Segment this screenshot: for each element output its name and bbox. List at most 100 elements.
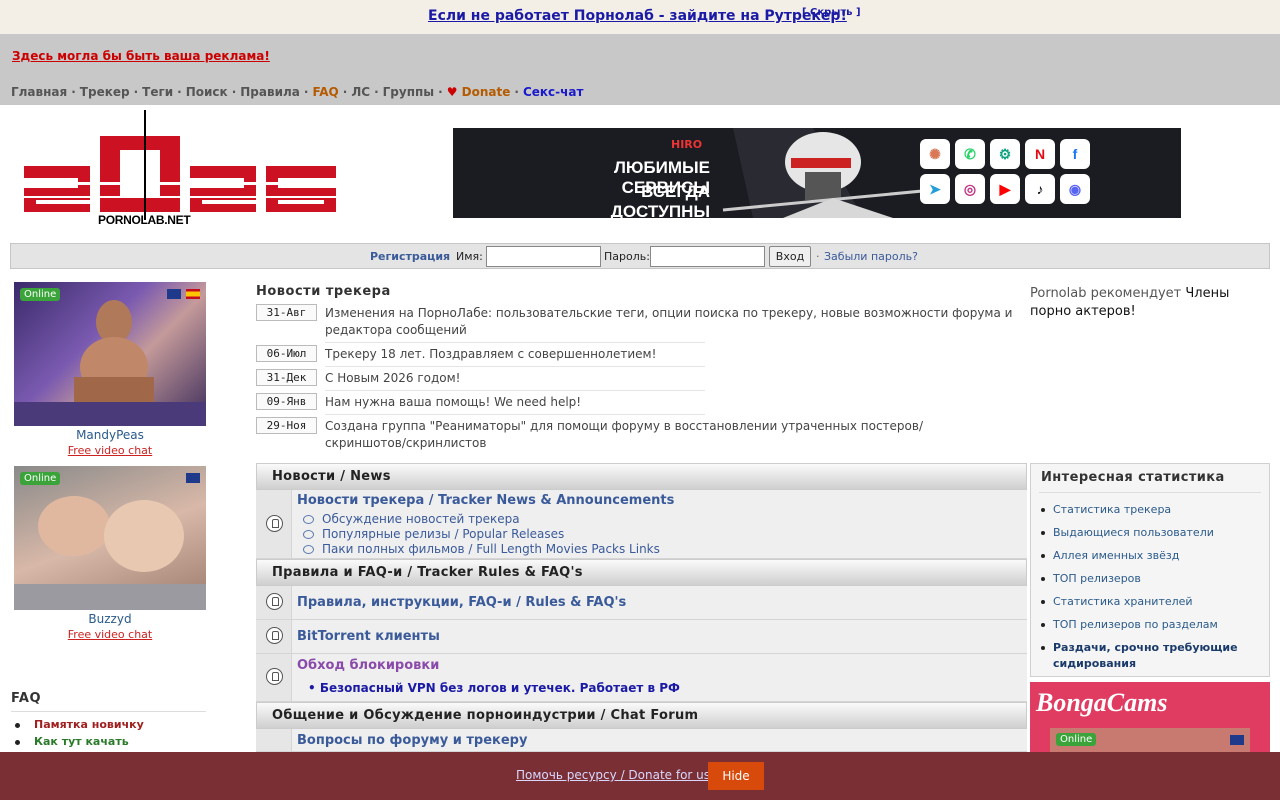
nav-separator: ·	[374, 85, 379, 99]
news-link[interactable]: Трекеру 18 лет. Поздравляем с совершенно…	[325, 346, 1025, 363]
register-link[interactable]: Регистрация	[370, 250, 450, 263]
free-video-chat-link[interactable]: Free video chat	[14, 628, 206, 641]
cam-model-name[interactable]: MandyPeas	[14, 428, 206, 442]
faq-list: Памятка новичку Как тут качать	[15, 718, 144, 752]
vpn-ad-link[interactable]: • Безопасный VPN без логов и утечек. Раб…	[308, 681, 680, 695]
nav-groups[interactable]: Группы	[383, 85, 435, 99]
forum-row: Правила, инструкции, FAQ-и / Rules & FAQ…	[256, 586, 1027, 620]
forum-category-header[interactable]: Общение и Обсуждение порноиндустрии / Ch…	[256, 702, 1027, 729]
login-bar: Регистрация · Имя: Пароль: Вход · Забыли…	[10, 243, 1270, 269]
logo-caption: PORNOLAB.NET	[98, 213, 191, 227]
faq-item-how-to-download[interactable]: Как тут качать	[34, 735, 129, 748]
claude-icon[interactable]: ✺	[920, 139, 950, 169]
forum-row: Обход блокировки • Безопасный VPN без ло…	[256, 654, 1027, 702]
category-title: Правила и FAQ-и / Tracker Rules & FAQ's	[272, 565, 583, 580]
nav-separator: ·	[438, 85, 443, 99]
news-divider	[325, 342, 705, 343]
logo-graphic	[24, 110, 336, 220]
nav-separator: ·	[514, 85, 519, 99]
recommendation: Pornolab рекомендует Члены порно актеров…	[1030, 285, 1270, 321]
news-link[interactable]: Создана группа "Реаниматоры" для помощи …	[325, 418, 965, 452]
stats-link[interactable]: Статистика хранителей	[1053, 595, 1193, 608]
news-date: 31-Дек	[256, 369, 317, 386]
cam-thumbnail[interactable]: Online	[14, 282, 206, 426]
main-nav: Главная · Трекер · Теги · Поиск · Правила · FAQ · ЛС…	[11, 85, 583, 99]
online-badge: Online	[1056, 733, 1097, 746]
forum-title[interactable]: Вопросы по форуму и трекеру	[297, 733, 527, 748]
faq-heading: FAQ	[11, 691, 42, 706]
cam-model-name[interactable]: Buzzyd	[14, 612, 206, 626]
youtube-icon[interactable]: ▶	[990, 174, 1020, 204]
subforum-link[interactable]: Обсуждение новостей трекера	[303, 512, 520, 526]
nav-rules[interactable]: Правила	[240, 85, 300, 99]
news-date: 06-Июл	[256, 345, 317, 362]
nav-search[interactable]: Поиск	[186, 85, 228, 99]
nav-separator: ·	[342, 85, 348, 99]
faq-item-newbie[interactable]: Памятка новичку	[34, 718, 144, 731]
heart-icon: ♥	[446, 85, 458, 99]
instagram-icon[interactable]: ◎	[955, 174, 985, 204]
tiktok-icon[interactable]: ♪	[1025, 174, 1055, 204]
cam-thumbnail[interactable]: Online	[14, 466, 206, 610]
nav-tracker[interactable]: Трекер	[80, 85, 130, 99]
netflix-icon[interactable]: N	[1025, 139, 1055, 169]
donate-bar: Помочь ресурсу / Donate for us Hide	[0, 752, 1280, 800]
stats-link[interactable]: Раздачи, срочно требующие сидирования	[1053, 641, 1238, 670]
forgot-password-link[interactable]: Забыли пароль?	[824, 250, 918, 263]
whatsapp-icon[interactable]: ✆	[955, 139, 985, 169]
facebook-icon[interactable]: f	[1060, 139, 1090, 169]
ad-placeholder-link[interactable]: Здесь могла бы быть ваша реклама!	[12, 49, 270, 63]
news-link[interactable]: Изменения на ПорноЛабе: пользовательские…	[325, 305, 1025, 339]
discord-icon[interactable]: ◉	[1060, 174, 1090, 204]
login-separator: ·	[816, 250, 820, 263]
hide-button[interactable]: Hide	[708, 762, 764, 790]
online-badge: Online	[20, 472, 61, 485]
free-video-chat-link[interactable]: Free video chat	[14, 444, 206, 457]
stats-link[interactable]: Выдающиеся пользователи	[1053, 526, 1214, 539]
password-input[interactable]	[650, 246, 765, 267]
nav-donate[interactable]: Donate	[462, 85, 511, 99]
ad-banner[interactable]: HIRO ЛЮБИМЫЕ СЕРВИСЫ ВСЕГДА ДОСТУПНЫ ✺ ✆…	[453, 128, 1181, 218]
news-link[interactable]: Нам нужна ваша помощь! We need help!	[325, 394, 1025, 411]
header-band: Здесь могла бы быть ваша реклама! Главна…	[0, 34, 1280, 105]
login-button[interactable]: Вход	[769, 246, 811, 267]
stats-heading: Интересная статистика	[1041, 470, 1225, 485]
forum-icon-cell	[256, 586, 292, 619]
forum-title[interactable]: BitTorrent клиенты	[297, 629, 440, 644]
nav-pm[interactable]: ЛС	[351, 85, 370, 99]
subforum-link[interactable]: Популярные релизы / Popular Releases	[303, 527, 564, 541]
category-title: Общение и Обсуждение порноиндустрии / Ch…	[272, 708, 699, 723]
nav-separator: ·	[71, 85, 76, 99]
telegram-icon[interactable]: ➤	[920, 174, 950, 204]
donate-link[interactable]: Помочь ресурсу / Donate for us	[516, 768, 710, 782]
stats-link[interactable]: Аллея именных звёзд	[1053, 549, 1179, 562]
forum-icon-cell	[256, 620, 292, 653]
nav-tags[interactable]: Теги	[142, 85, 173, 99]
online-badge: Online	[20, 288, 61, 301]
rutracker-notice-link[interactable]: Если не работает Порнолаб - зайдите на Р…	[428, 8, 847, 24]
forum-icon-cell	[256, 729, 292, 751]
username-label: Имя:	[456, 250, 483, 263]
hide-notice-link[interactable]: [ Скрыть ]	[802, 7, 861, 18]
stats-link[interactable]: ТОП релизеров по разделам	[1053, 618, 1218, 631]
forum-category-header[interactable]: Новости / News	[256, 463, 1027, 490]
news-link[interactable]: С Новым 2026 годом!	[325, 370, 1025, 387]
nav-faq[interactable]: FAQ	[312, 85, 338, 99]
uk-flag-icon	[186, 473, 200, 483]
nav-sex-chat[interactable]: Секс-чат	[523, 85, 583, 99]
username-input[interactable]	[486, 246, 601, 267]
forum-title[interactable]: Новости трекера / Tracker News & Announc…	[297, 493, 674, 508]
forum-title[interactable]: Обход блокировки	[297, 658, 439, 673]
stats-divider	[1039, 492, 1261, 493]
site-logo[interactable]	[24, 110, 336, 230]
forum-title[interactable]: Правила, инструкции, FAQ-и / Rules & FAQ…	[297, 595, 626, 610]
forum-row: BitTorrent клиенты	[256, 620, 1027, 654]
chatgpt-icon[interactable]: ⚙	[990, 139, 1020, 169]
stats-link[interactable]: ТОП релизеров	[1053, 572, 1141, 585]
nav-home[interactable]: Главная	[11, 85, 67, 99]
uk-flag-icon	[1230, 735, 1244, 745]
subforum-link[interactable]: Паки полных фильмов / Full Length Movies…	[303, 542, 660, 556]
recommend-prefix: Pornolab рекомендует	[1030, 286, 1182, 301]
forum-category-header[interactable]: Правила и FAQ-и / Tracker Rules & FAQ's	[256, 559, 1027, 586]
stats-link[interactable]: Статистика трекера	[1053, 503, 1171, 516]
